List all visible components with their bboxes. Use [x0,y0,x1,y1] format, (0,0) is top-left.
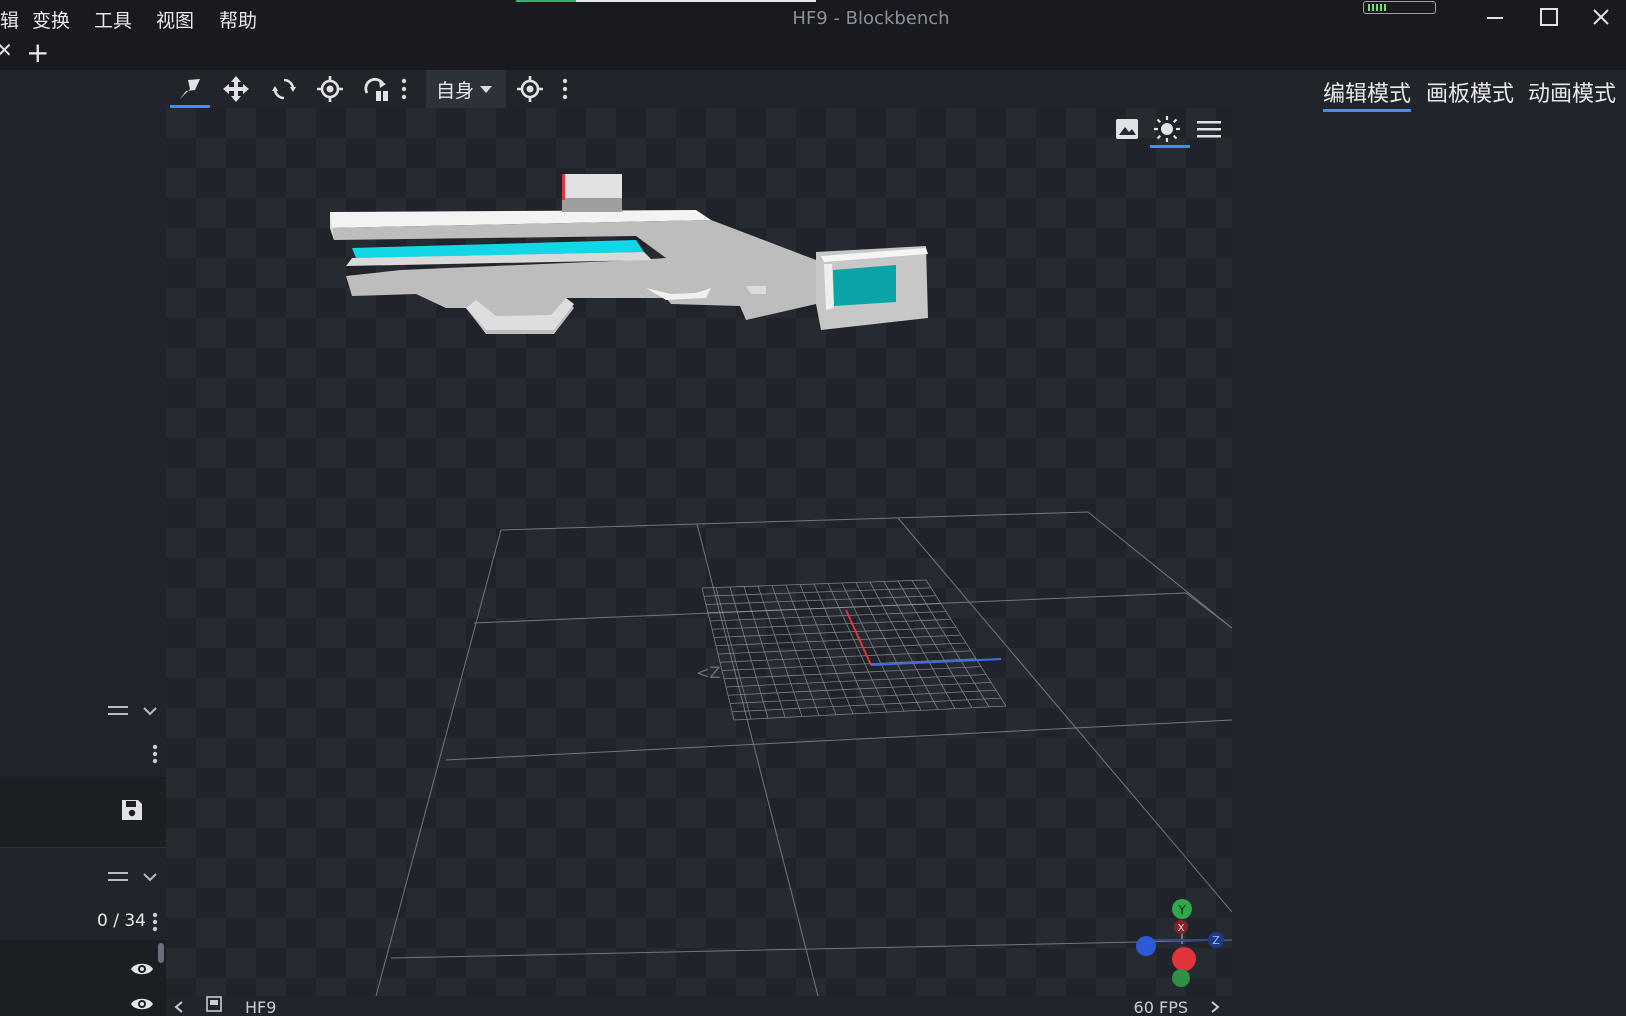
grid-line [897,580,973,708]
viewport-scene: <Z Y X Z [330,174,1232,996]
fps-counter: 60 FPS [1133,998,1188,1016]
gizmo-neg-y-handle [1172,969,1190,987]
crosshair-icon [517,76,543,102]
toolbar-more-icon[interactable] [560,78,570,100]
gizmo-neg-z-handle [1136,936,1156,956]
translate-icon [223,76,249,102]
pivot-point-button[interactable] [508,70,552,108]
chevron-left-icon[interactable] [174,1000,184,1014]
visibility-eye-icon[interactable] [130,960,154,978]
status-bar: HF9 60 FPS [166,996,1232,1016]
gizmo-neg-x-handle [1172,947,1196,971]
drag-handle-icon [108,872,128,881]
gizmo-x-label: X [1178,923,1185,934]
outliner-drag-handle[interactable] [108,864,128,889]
caret-down-icon [480,85,493,93]
textures-list [0,777,166,847]
grid-line [717,642,967,655]
fine-grid [701,579,1007,721]
pivot-icon [317,76,343,102]
visibility-eye-icon[interactable] [130,995,154,1013]
hamburger-menu-icon [1197,121,1221,138]
grid-line [733,705,1007,721]
tab-paint-mode[interactable]: 画板模式 [1426,76,1514,108]
grid-line [725,674,987,688]
outliner-scrollbar[interactable] [158,943,164,963]
outliner-list [0,940,166,1016]
gizmo-z-label: Z [1212,934,1220,947]
minimize-icon [1487,17,1503,19]
save-icon[interactable] [120,798,144,822]
grid-line [841,582,905,712]
battery-icon [1363,1,1436,14]
tool-bar: 自身 [166,70,1232,108]
minimize-button[interactable] [1470,0,1520,34]
panel-collapse-button[interactable] [142,698,158,723]
rotate-icon [272,78,296,100]
status-model-name: HF9 [245,998,277,1016]
pivot-tool-button[interactable] [308,70,352,108]
transform-space-select[interactable]: 自身 [426,70,506,108]
gizmo-y-label: Y [1177,903,1186,917]
outliner-selection-count: 0 / 34 [97,911,146,931]
grid-line [855,582,922,711]
chevron-right-icon[interactable] [1210,1000,1220,1014]
close-window-button[interactable] [1576,0,1626,34]
3d-viewport[interactable]: <Z Y X Z [166,108,1232,996]
model-format-icon [206,996,222,1012]
grid-line [727,681,992,696]
drag-handle-icon [108,706,128,715]
outliner-menu-button[interactable] [152,912,158,938]
tab-edit-mode[interactable]: 编辑模式 [1323,76,1412,112]
add-tab-button[interactable]: + [26,36,49,69]
tool-options-icon[interactable] [399,78,409,100]
translate-tool-button[interactable] [214,70,258,108]
grid-line [729,689,997,704]
maximize-button[interactable] [1524,0,1574,34]
maximize-icon [1540,8,1558,26]
grid-line [827,583,888,713]
more-vertical-icon [152,744,158,764]
grid-line [883,581,956,709]
chevron-down-icon [143,873,157,882]
close-icon [1593,9,1609,25]
close-tab-icon[interactable]: ✕ [0,38,13,62]
viewport-menu-button[interactable] [1192,112,1226,146]
image-icon [1116,119,1138,139]
gun-model[interactable] [330,174,928,334]
z-axis-line [870,658,1002,666]
panel-divider [0,847,166,848]
project-tab-bar: ✕ + [0,36,1626,70]
panel-menu-button[interactable] [152,744,158,770]
tab-animate-mode[interactable]: 动画模式 [1528,76,1616,108]
chevron-down-icon [143,707,157,716]
panel-drag-handle[interactable] [108,698,128,723]
screenshot-button[interactable] [1110,112,1144,146]
mirror-tool-button[interactable] [354,70,398,108]
transform-space-label: 自身 [436,79,475,102]
axis-gizmo[interactable]: Y X Z [1136,899,1224,987]
more-vertical-icon [152,912,158,932]
right-sidebar: 编辑模式 画板模式 动画模式 [1232,70,1626,1016]
grid-line [869,581,939,710]
move-tool-button[interactable] [168,70,212,108]
mirror-icon [364,77,388,101]
grid-line [731,697,1002,713]
move-tool-icon [180,79,200,99]
title-progress-fill [516,0,576,2]
outliner-collapse-button[interactable] [142,864,158,889]
sun-icon [1154,116,1180,142]
rotate-tool-button[interactable] [262,70,306,108]
compass-label: <Z [696,663,720,682]
lighting-toggle-button[interactable] [1150,112,1190,148]
blockbench-app: 辑 变换 工具 视图 帮助 HF9 - Blockbench ✕ + 0 / 3… [0,0,1626,1016]
title-bar: 辑 变换 工具 视图 帮助 HF9 - Blockbench [0,0,1626,36]
grid-line [911,580,990,708]
left-sidebar: 0 / 34 [0,70,166,1016]
